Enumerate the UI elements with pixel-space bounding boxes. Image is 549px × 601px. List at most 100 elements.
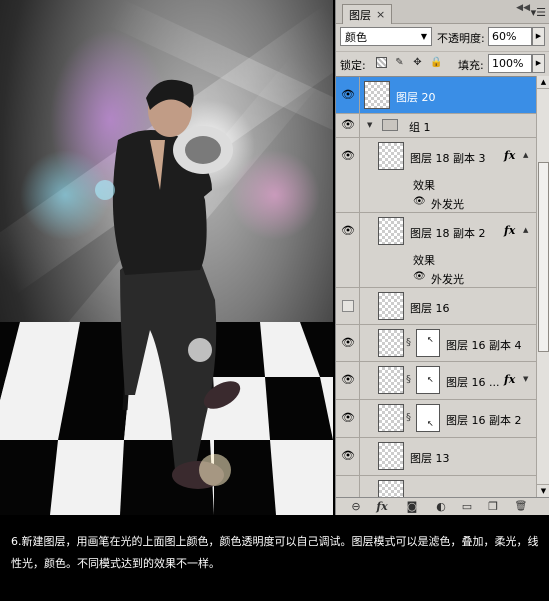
scroll-up-icon[interactable]: ▲ [537,76,549,89]
visibility-toggle[interactable]: 👁 [336,325,360,361]
layer-thumbnail [378,442,404,470]
close-icon[interactable]: × [376,8,385,21]
effect-eye-icon[interactable]: 👁 [413,196,426,207]
effects-label: 效果 [413,179,435,192]
eye-icon: 👁 [341,449,355,462]
layer-row[interactable]: 👁 § ↖ 图层 16 ... fx ▼ [336,362,536,400]
chain-link-icon[interactable]: § [406,374,411,385]
effect-name: 外发光 [431,273,464,286]
mask-icon[interactable]: ◙ [404,500,420,514]
panel-menu-icon[interactable]: ▾☰ [531,6,546,19]
lock-move-icon[interactable]: ✥ [412,57,423,68]
layer-name: 图层 18 副本 3 [410,152,486,165]
fill-slider-button[interactable]: ▶ [532,54,545,73]
layer-row[interactable]: 👁 图层 18 副本 3 fx ▲ [336,138,536,175]
visibility-toggle[interactable] [336,288,360,324]
visibility-toggle[interactable]: 👁 [336,138,360,175]
fx-icon[interactable]: fx [504,224,515,237]
layer-name: 图层 16 ... [446,376,500,389]
fx-icon[interactable]: fx [504,373,515,386]
panel-bottom-toolbar: ⊖ fx ◙ ◐ ▭ ❐ 🗑 [336,497,549,515]
layer-thumbnail [378,366,404,394]
layer-row[interactable]: 👁 图层 18 副本 2 fx ▲ [336,213,536,250]
visibility-toggle[interactable]: 👁 [336,362,360,399]
blend-mode-select[interactable]: 颜色 ▼ [340,27,432,46]
artwork-canvas [0,0,333,515]
lock-row: 锁定: ✎ ✥ 🔒 填充: 100% ▶ [336,51,549,75]
layer-name: 图层 16 副本 2 [446,414,522,427]
eye-icon: 👁 [341,336,355,349]
chain-link-icon[interactable]: § [406,337,411,348]
visibility-cell [336,268,360,287]
layer-thumbnail [378,292,404,320]
eye-icon: 👁 [341,118,355,131]
expand-triangle-icon[interactable]: ▼ [523,375,528,383]
link-icon[interactable]: ⊖ [348,500,364,514]
layer-row[interactable]: 图层 16 [336,288,536,325]
effect-eye-icon[interactable]: 👁 [413,271,426,282]
lock-all-icon[interactable]: 🔒 [430,57,442,68]
lock-transparency-icon[interactable] [376,57,387,68]
new-layer-icon[interactable]: ❐ [485,500,501,514]
collapse-icon[interactable]: ◀◀ [516,3,530,13]
tutorial-caption: 6.新建图层，用画笔在光的上面图上颜色，颜色透明度可以自己调试。图层模式可以是滤… [0,515,549,601]
tab-label: 图层 [349,8,371,22]
layer-name: 图层 20 [396,91,436,104]
expand-triangle-icon[interactable]: ▲ [523,151,528,159]
opacity-label: 不透明度: [437,32,485,45]
visibility-toggle[interactable]: 👁 [336,114,360,137]
layer-thumbnail [378,404,404,432]
hidden-box-icon [342,300,354,312]
effect-row[interactable]: 👁 外发光 [336,268,536,288]
visibility-toggle[interactable] [336,476,360,497]
eye-icon: 👁 [341,224,355,237]
scrollbar-thumb[interactable] [538,162,549,352]
lock-paint-icon[interactable]: ✎ [394,57,405,68]
layer-mask-thumbnail[interactable]: ↖ [416,366,440,394]
layer-row[interactable]: 👁 图层 13 [336,438,536,476]
chevron-down-icon: ▼ [420,32,427,41]
lock-label: 锁定: [340,59,366,72]
adjustment-icon[interactable]: ◐ [433,500,449,514]
expand-triangle-icon[interactable]: ▼ [367,121,372,129]
layer-row[interactable] [336,476,536,497]
layer-thumbnail [378,329,404,357]
opacity-slider-button[interactable]: ▶ [532,27,545,46]
fill-label: 填充: [458,59,484,72]
layer-name: 图层 13 [410,452,450,465]
fx-icon[interactable]: fx [374,500,390,514]
layer-row[interactable]: 👁 § ↖ 图层 16 副本 2 [336,400,536,438]
layer-thumbnail [378,480,404,497]
layer-list: 👁 图层 20 👁 ▼ 组 1 👁 图层 18 副本 3 fx ▲ 效果 👁 外… [336,76,536,497]
man-with-hat-figure [95,79,241,489]
panel-tabbar: 图层 × ◀◀ ▾☰ [336,0,549,24]
expand-triangle-icon[interactable]: ▲ [523,226,528,234]
layer-row[interactable]: 👁 § ↖ 图层 16 副本 4 [336,325,536,362]
layer-mask-thumbnail[interactable]: ↖ [416,329,440,357]
opacity-input[interactable]: 60% [488,27,532,46]
layer-name: 图层 18 副本 2 [410,227,486,240]
effects-label: 效果 [413,254,435,267]
visibility-cell [336,250,360,268]
scroll-down-icon[interactable]: ▼ [537,484,549,497]
trash-icon[interactable]: 🗑 [513,500,529,514]
layer-row[interactable]: 👁 图层 20 [336,77,536,114]
chain-link-icon[interactable]: § [406,412,411,423]
eye-icon: 👁 [341,88,355,101]
group-row[interactable]: 👁 ▼ 组 1 [336,114,536,138]
tab-layers[interactable]: 图层 × [342,4,393,24]
fill-input[interactable]: 100% [488,54,532,73]
visibility-toggle[interactable]: 👁 [336,438,360,475]
layer-mask-thumbnail[interactable]: ↖ [416,404,440,432]
visibility-toggle[interactable]: 👁 [336,77,360,113]
visibility-toggle[interactable]: 👁 [336,213,360,250]
visibility-toggle[interactable]: 👁 [336,400,360,437]
blend-row: 颜色 ▼ 不透明度: 60% ▶ [336,24,549,50]
effects-header-row: 效果 [336,175,536,193]
fx-icon[interactable]: fx [504,149,515,162]
effect-row[interactable]: 👁 外发光 [336,193,536,213]
layer-list-scrollbar[interactable]: ▲ ▼ [536,76,549,497]
folder-icon[interactable]: ▭ [459,500,475,514]
eye-icon: 👁 [341,149,355,162]
layer-thumbnail [378,217,404,245]
